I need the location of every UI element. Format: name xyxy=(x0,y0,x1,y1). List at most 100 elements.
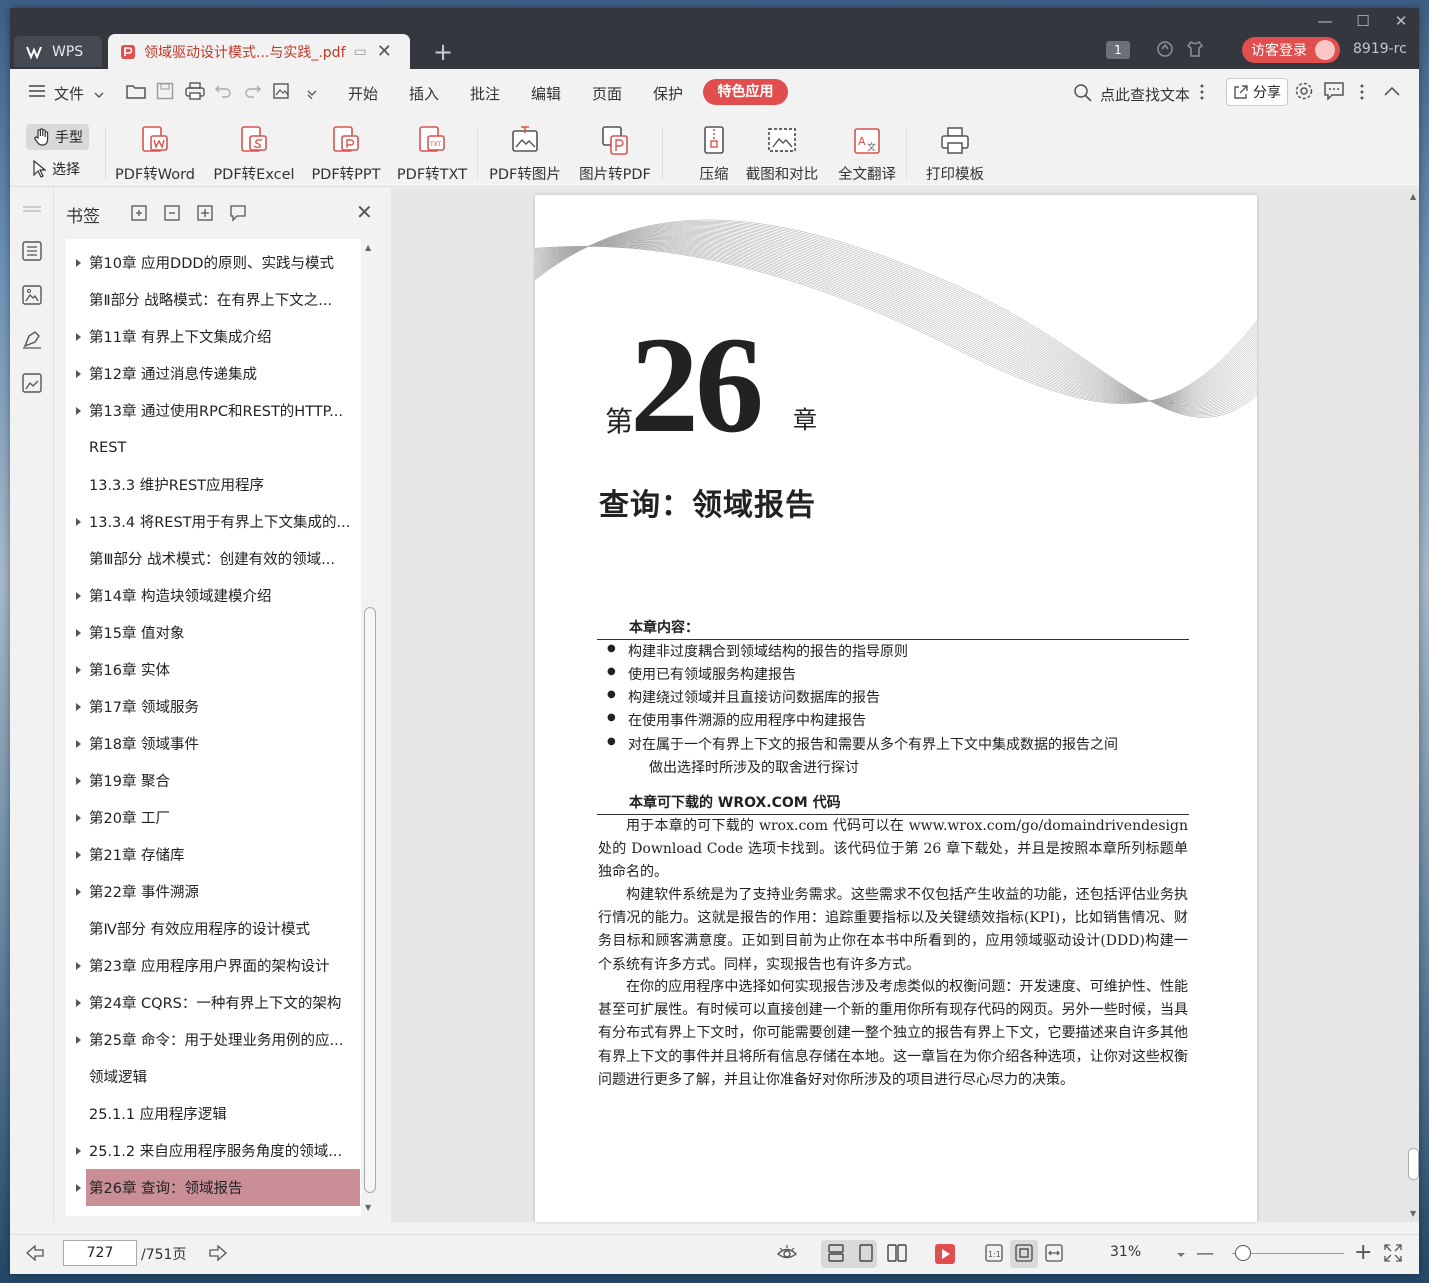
pdf-to-excel-button[interactable]: PDF转Excel xyxy=(212,125,296,184)
undo-icon[interactable] xyxy=(214,82,232,104)
expand-arrow-icon[interactable] xyxy=(76,406,81,415)
compress-button[interactable]: 压缩 xyxy=(692,125,736,184)
expand-arrow-icon[interactable] xyxy=(76,887,81,896)
hamburger-menu-icon[interactable] xyxy=(28,84,46,102)
chevron-down-icon[interactable] xyxy=(94,87,104,103)
print-icon[interactable] xyxy=(185,82,205,104)
bookmark-scrollbar[interactable]: ▲ ▼ xyxy=(362,239,376,1216)
scroll-down-icon[interactable]: ▼ xyxy=(365,1203,371,1212)
new-tab-icon[interactable]: + xyxy=(433,38,453,66)
play-slideshow-icon[interactable] xyxy=(934,1243,956,1269)
document-view[interactable]: 第 26 章 查询：领域报告 本章内容： 构建非过度耦合到领域结构的报告的指导原… xyxy=(391,188,1419,1222)
expand-arrow-icon[interactable] xyxy=(76,998,81,1007)
wps-home-tab[interactable]: WPS xyxy=(14,36,102,67)
bookmark-item[interactable]: 13.3.4 将REST用于有界上下文集成的... xyxy=(66,503,361,540)
more-dropdown-icon[interactable] xyxy=(306,87,318,103)
expand-arrow-icon[interactable] xyxy=(76,850,81,859)
bookmark-item[interactable]: 第Ⅱ部分 战略模式：在有界上下文之... xyxy=(66,281,361,318)
expand-arrow-icon[interactable] xyxy=(76,776,81,785)
scroll-thumb[interactable] xyxy=(364,607,376,1193)
two-page-icon[interactable] xyxy=(886,1243,908,1267)
bookmark-item[interactable]: 25.1.1 应用程序逻辑 xyxy=(66,1095,361,1132)
expand-arrow-icon[interactable] xyxy=(76,1035,81,1044)
bookmark-item[interactable]: 第12章 通过消息传递集成 xyxy=(66,355,361,392)
menu-protect[interactable]: 保护 xyxy=(653,83,683,104)
open-folder-icon[interactable] xyxy=(126,82,146,104)
screen-icon[interactable]: ▭ xyxy=(354,44,367,60)
image-to-pdf-button[interactable]: 图片转PDF xyxy=(578,125,652,184)
bookmark-item[interactable]: 第21章 存储库 xyxy=(66,836,361,873)
bookmark-item[interactable]: 第16章 实体 xyxy=(66,651,361,688)
expand-arrow-icon[interactable] xyxy=(76,369,81,378)
menu-start[interactable]: 开始 xyxy=(348,83,378,104)
prev-page-icon[interactable] xyxy=(25,1244,45,1266)
export-image-icon[interactable] xyxy=(272,82,292,106)
bookmark-item[interactable]: 第15章 值对象 xyxy=(66,614,361,651)
pdf-to-image-button[interactable]: PDF转图片 xyxy=(488,125,562,184)
bookmark-item[interactable]: 第14章 构造块领域建模介绍 xyxy=(66,577,361,614)
screenshot-compare-button[interactable]: 截图和对比 xyxy=(744,125,820,184)
outline-icon[interactable] xyxy=(21,240,43,266)
redo-icon[interactable] xyxy=(244,82,262,104)
pdf-to-word-button[interactable]: PDF转Word xyxy=(114,125,196,184)
print-template-button[interactable]: 打印模板 xyxy=(923,125,987,184)
scroll-down-icon[interactable]: ▼ xyxy=(1410,1209,1416,1218)
bookmark-item[interactable]: 第26章 查询：领域报告 xyxy=(76,1169,360,1206)
more-vertical-icon[interactable] xyxy=(1200,83,1204,105)
menu-page[interactable]: 页面 xyxy=(592,83,622,104)
eye-protection-icon[interactable] xyxy=(776,1243,798,1267)
comment-icon[interactable] xyxy=(1323,81,1345,105)
maximize-icon[interactable]: ☐ xyxy=(1348,12,1378,30)
bookmark-item[interactable]: 第22章 事件溯源 xyxy=(66,873,361,910)
expand-arrow-icon[interactable] xyxy=(76,702,81,711)
expand-arrow-icon[interactable] xyxy=(76,628,81,637)
expand-arrow-icon[interactable] xyxy=(76,665,81,674)
collapse-all-icon[interactable] xyxy=(163,204,181,226)
bookmark-item[interactable]: 第20章 工厂 xyxy=(66,799,361,836)
attachment-image-icon[interactable] xyxy=(21,372,43,398)
select-tool-button[interactable]: 选择 xyxy=(32,159,80,179)
pdf-to-txt-button[interactable]: TXT PDF转TXT xyxy=(396,125,468,184)
bookmark-item[interactable]: 第Ⅳ部分 有效应用程序的设计模式 xyxy=(66,910,361,947)
document-scrollbar[interactable]: ▲ ▼ xyxy=(1407,188,1419,1222)
find-text-input[interactable]: 点此查找文本 xyxy=(1100,84,1190,105)
close-tab-icon[interactable]: ✕ xyxy=(377,41,392,62)
next-page-icon[interactable] xyxy=(208,1244,228,1266)
full-translate-button[interactable]: A文 全文翻译 xyxy=(836,125,898,184)
thumbnail-icon[interactable] xyxy=(21,284,43,310)
bookmark-item[interactable]: REST xyxy=(66,429,361,466)
scroll-up-icon[interactable]: ▲ xyxy=(1410,192,1416,201)
bookmark-item[interactable]: 第24章 CQRS：一种有界上下文的架构 xyxy=(66,984,361,1021)
menu-edit[interactable]: 编辑 xyxy=(531,83,561,104)
sync-icon[interactable] xyxy=(1156,40,1174,62)
close-window-icon[interactable]: ✕ xyxy=(1386,12,1416,30)
login-button[interactable]: 访客登录 xyxy=(1242,37,1340,63)
scroll-up-icon[interactable]: ▲ xyxy=(365,243,371,252)
expand-arrow-icon[interactable] xyxy=(76,332,81,341)
bookmark-item[interactable]: 13.3.3 维护REST应用程序 xyxy=(66,466,361,503)
expand-arrow-icon[interactable] xyxy=(76,591,81,600)
save-icon[interactable] xyxy=(156,82,174,104)
expand-arrow-icon[interactable] xyxy=(76,517,81,526)
more-options-icon[interactable] xyxy=(1360,83,1364,105)
close-panel-icon[interactable]: ✕ xyxy=(356,200,373,224)
single-page-icon[interactable] xyxy=(856,1243,876,1267)
bookmark-item[interactable]: 25.1.2 来自应用程序服务角度的领域... xyxy=(66,1132,361,1169)
bookmark-item[interactable]: 领域逻辑 xyxy=(66,1058,361,1095)
expand-arrow-icon[interactable] xyxy=(76,813,81,822)
skin-icon[interactable] xyxy=(1186,40,1204,62)
hand-tool-button[interactable]: 手型 xyxy=(26,124,89,150)
bookmark-item[interactable]: 第18章 领域事件 xyxy=(66,725,361,762)
menu-special-apps[interactable]: 特色应用 xyxy=(703,79,788,105)
search-icon[interactable] xyxy=(1073,83,1093,107)
page-number-input[interactable]: 727 xyxy=(63,1240,137,1266)
expand-arrow-icon[interactable] xyxy=(76,739,81,748)
bookmark-settings-icon[interactable] xyxy=(229,204,247,226)
tab-count-badge[interactable]: 1 xyxy=(1106,41,1130,59)
menu-insert[interactable]: 插入 xyxy=(409,83,439,104)
pdf-to-ppt-button[interactable]: PDF转PPT xyxy=(310,125,382,184)
collapse-ribbon-icon[interactable] xyxy=(1383,85,1401,101)
bookmark-item[interactable]: 第19章 聚合 xyxy=(66,762,361,799)
bookmark-item[interactable]: 第17章 领域服务 xyxy=(66,688,361,725)
document-tab[interactable]: 领域驱动设计模式...与实践_.pdf ▭ ✕ xyxy=(108,34,410,69)
